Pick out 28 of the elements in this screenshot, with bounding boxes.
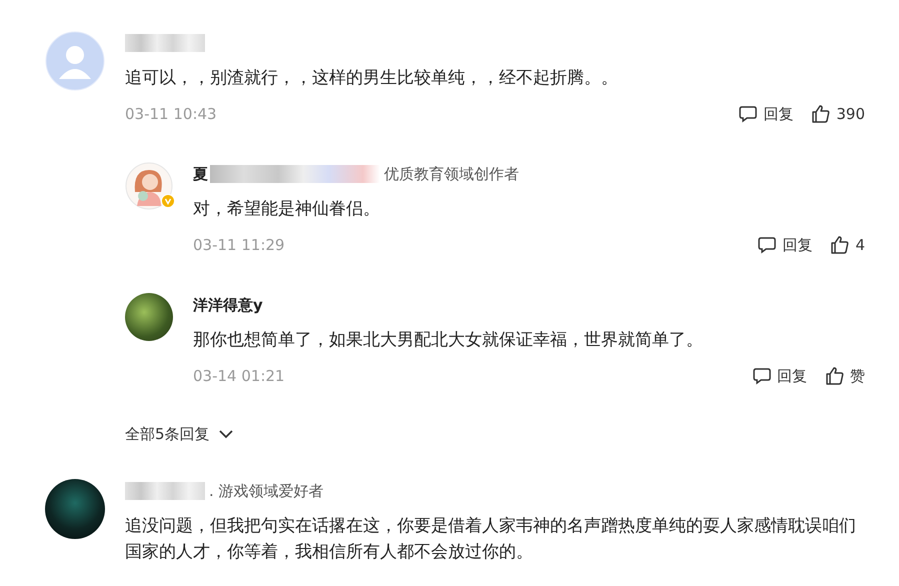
like-button[interactable]: 4 — [830, 235, 865, 255]
reply-button[interactable]: 回复 — [757, 235, 812, 255]
avatar-drawing — [125, 162, 173, 210]
comment-text: 对，希望能是神仙眷侣。 — [193, 198, 381, 221]
avatar-icon — [45, 31, 105, 91]
user-title-label: 优质教育领域创作者 — [384, 164, 519, 184]
photo-placeholder — [125, 293, 173, 341]
reply-button[interactable]: 回复 — [738, 104, 794, 124]
comment-icon — [752, 366, 772, 386]
user-name[interactable]: 洋洋得意y — [193, 296, 263, 314]
comment-text: 追没问题，但我把句实在话撂在这，你要是借着人家韦神的名声蹭热度单纯的耍人家感情耽误咱们国家的人才，你等着，我相信所有人都不会放过你的。 — [125, 515, 857, 564]
reply-button[interactable]: 回复 — [752, 366, 807, 386]
user-title-label: . 游戏领域爱好者 — [209, 482, 324, 500]
comment-text: 追可以，，别渣就行，，这样的男生比较单纯，，经不起折腾。。 — [125, 67, 619, 90]
chevron-down-icon — [218, 429, 234, 439]
comment-text: 那你也想简单了，如果北大男配北大女就保证幸福，世界就简单了。 — [193, 329, 704, 352]
more-replies-button[interactable]: 全部5条回复 — [125, 421, 234, 447]
comment-time: 03-11 11:29 — [193, 236, 285, 254]
like-button[interactable]: 赞 — [825, 366, 865, 386]
thumbs-up-icon — [825, 366, 845, 386]
like-button[interactable]: 390 — [811, 104, 865, 124]
comment-icon — [738, 104, 758, 124]
comment-icon — [757, 235, 778, 255]
thumbs-up-icon — [830, 235, 850, 255]
user-name[interactable]: 夏 — [193, 164, 208, 184]
comment-time: 03-11 10:43 — [125, 105, 217, 123]
thumbs-up-icon — [811, 104, 832, 124]
comment-time: 03-14 01:21 — [193, 367, 285, 385]
